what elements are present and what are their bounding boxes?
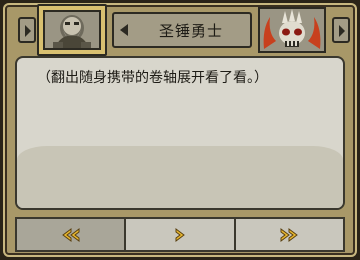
dialog-window: 圣锤勇士 （翻出随身携带的卷轴展开看了看。）: [0, 0, 360, 260]
play-button[interactable]: [126, 219, 236, 250]
triangle-left-icon[interactable]: [118, 23, 130, 37]
rewind-button[interactable]: [17, 219, 127, 250]
prev-speaker-button[interactable]: [18, 17, 36, 43]
triangle-right-icon: [339, 25, 345, 37]
double-chevron-right-icon: [280, 227, 299, 242]
speaker-portrait-right: [258, 7, 326, 53]
dwarf-warrior-portrait-icon: [43, 10, 101, 50]
double-chevron-left-icon: [61, 227, 80, 242]
speaker-name: 圣锤勇士: [158, 21, 223, 40]
demon-skull-portrait-icon: [263, 9, 321, 49]
speaker-name-bar: 圣锤勇士: [112, 12, 252, 48]
dialog-text-panel: （翻出随身携带的卷轴展开看了看。）: [15, 56, 345, 210]
playback-controls: [15, 217, 345, 252]
dialog-text: （翻出随身携带的卷轴展开看了看。）: [37, 70, 268, 86]
chevron-right-icon: [175, 227, 185, 242]
fast-forward-button[interactable]: [236, 219, 343, 250]
triangle-right-icon: [25, 25, 31, 37]
next-speaker-button[interactable]: [332, 17, 350, 43]
speaker-portrait-left: [37, 4, 107, 56]
